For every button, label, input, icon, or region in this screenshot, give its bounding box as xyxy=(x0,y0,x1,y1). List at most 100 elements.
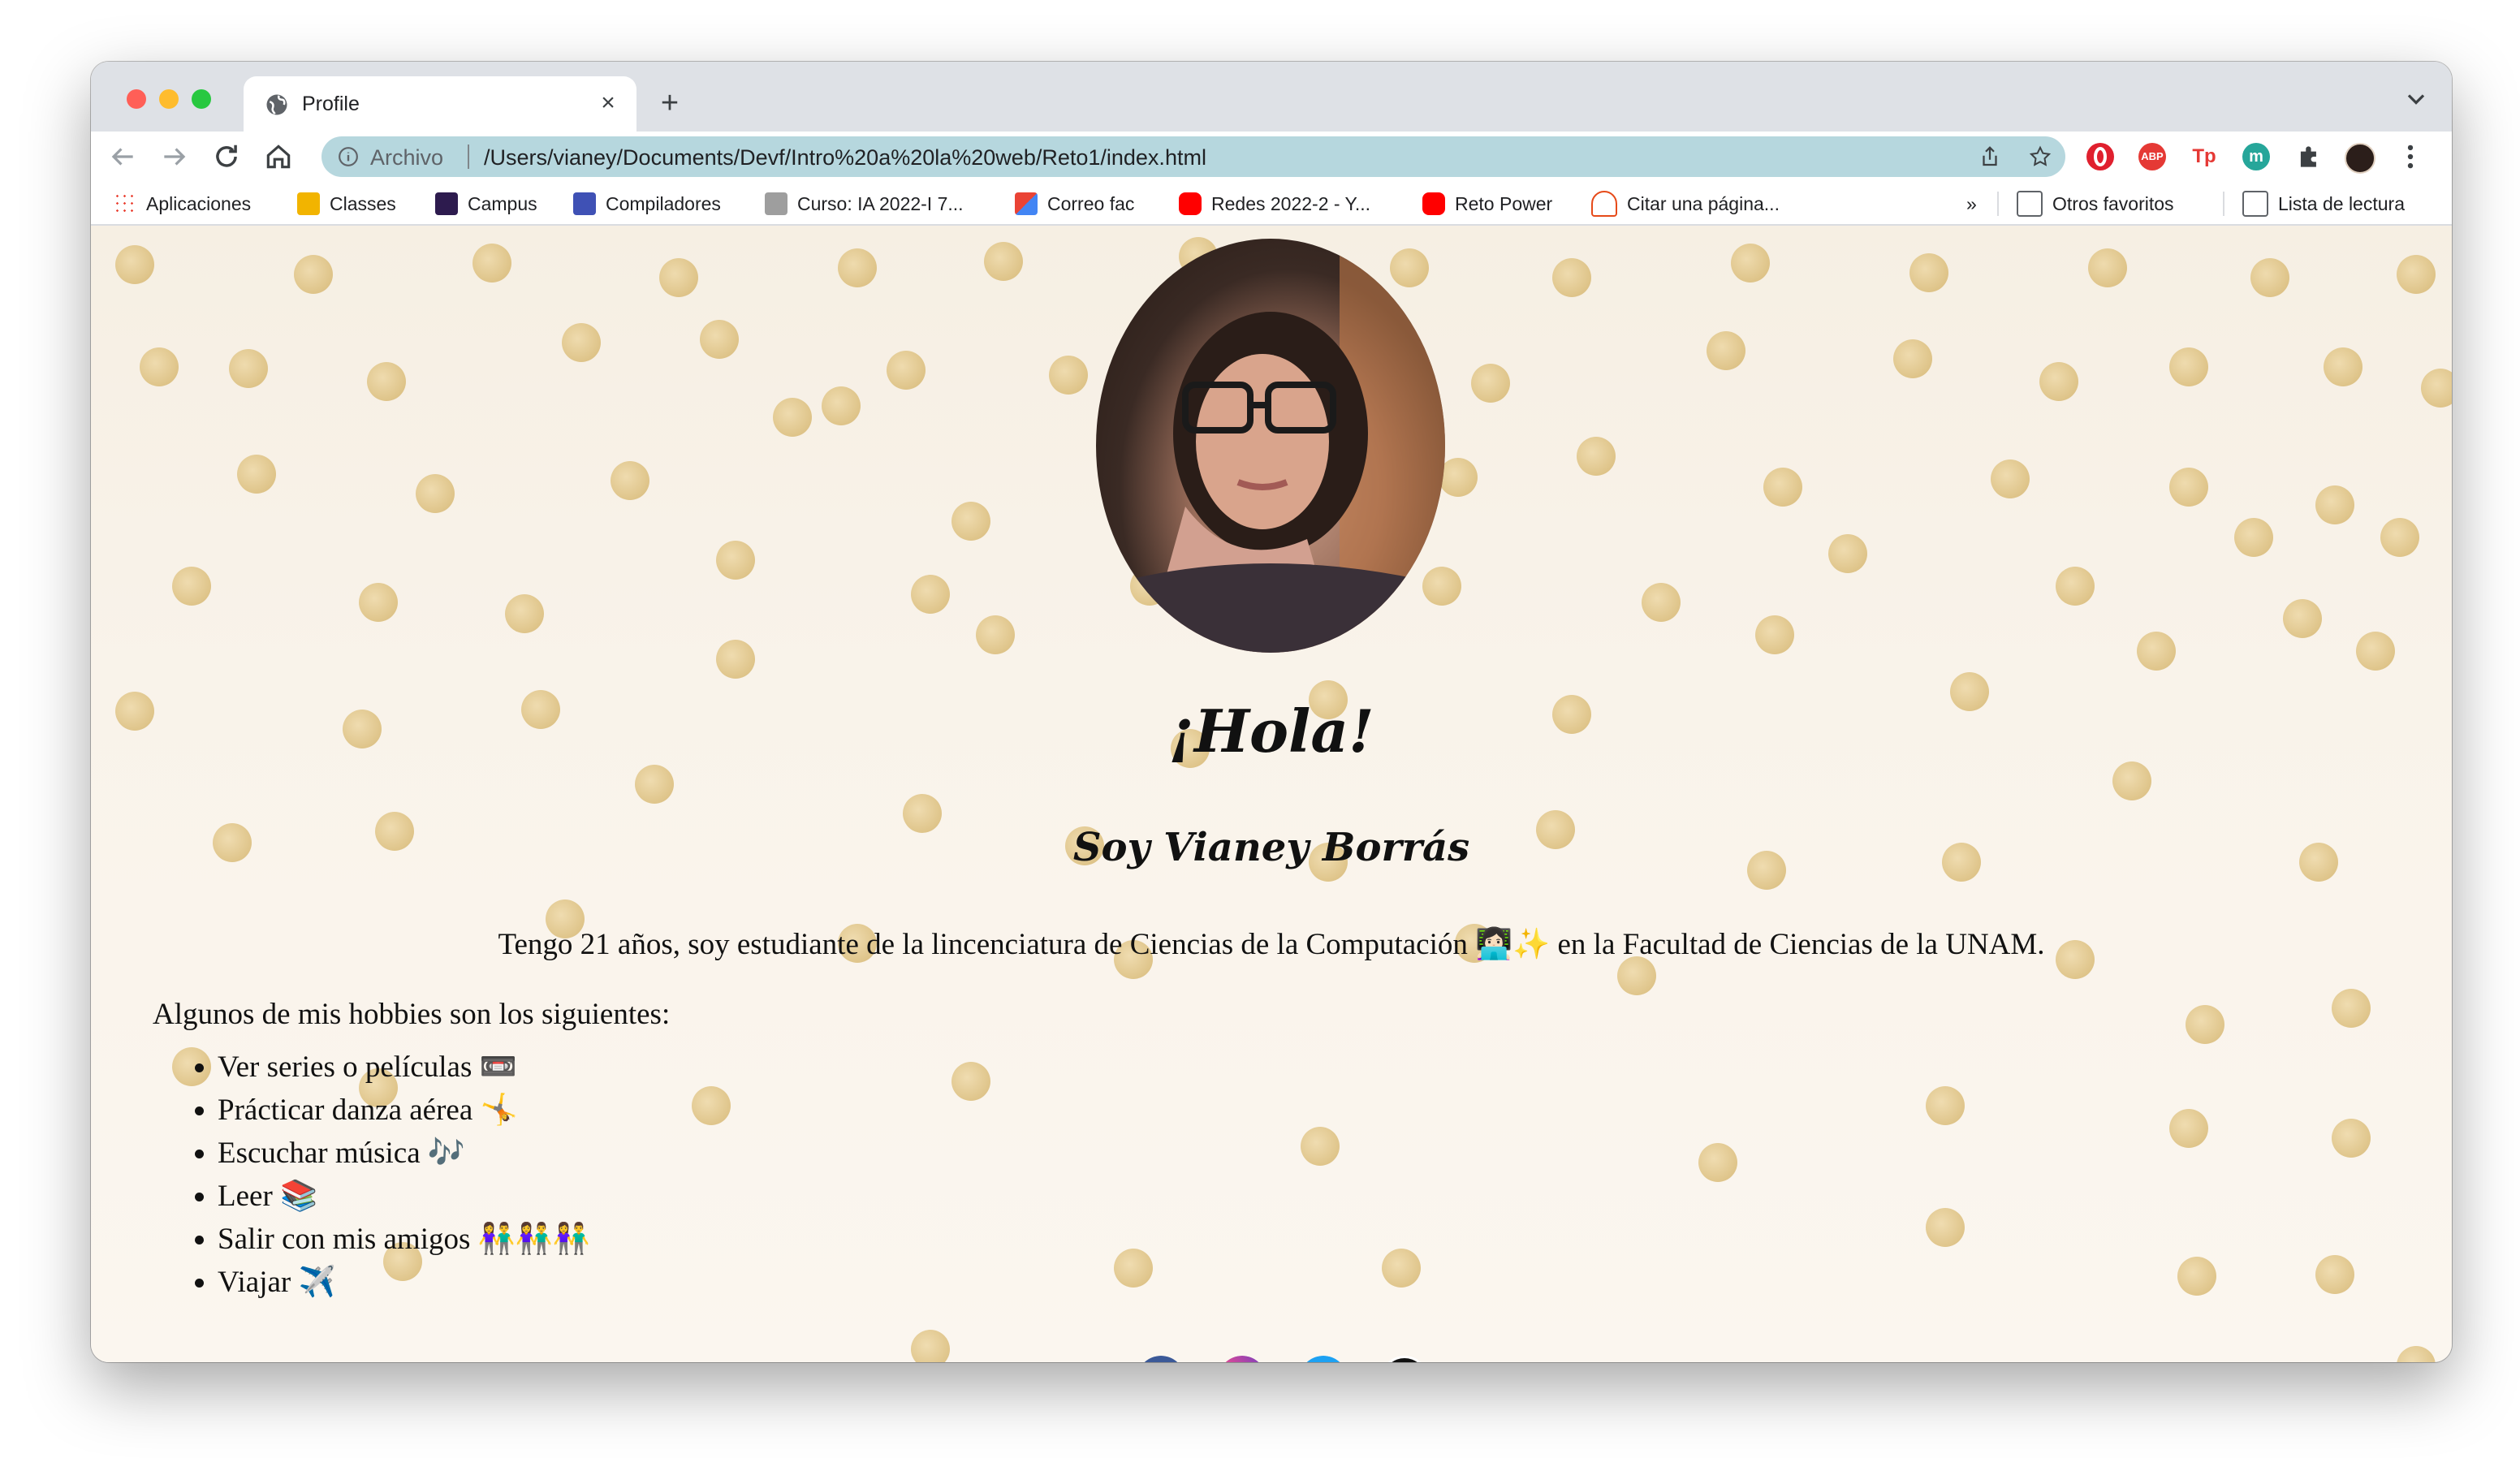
polka-dot xyxy=(229,349,268,388)
chevron-down-icon[interactable] xyxy=(2401,84,2431,114)
instagram-icon[interactable] xyxy=(1218,1356,1266,1362)
profile-avatar[interactable] xyxy=(2345,143,2375,174)
bookmark-citar[interactable]: Citar una página... xyxy=(1591,191,1780,217)
close-window-button[interactable] xyxy=(127,89,146,109)
polka-dot xyxy=(505,594,544,633)
bookmarks-separator xyxy=(1997,192,1999,216)
polka-dot xyxy=(716,640,755,679)
toolbar: Archivo /Users/vianey/Documents/Devf/Int… xyxy=(91,132,2452,182)
polka-dot xyxy=(1439,458,1478,497)
polka-dot xyxy=(115,245,154,284)
portrait-illustration xyxy=(1128,239,1445,653)
close-tab-icon[interactable]: × xyxy=(593,88,624,119)
polka-dot xyxy=(1390,248,1429,287)
polka-dot xyxy=(2169,1109,2208,1148)
new-tab-button[interactable]: + xyxy=(651,84,688,122)
facebook-icon[interactable] xyxy=(1137,1356,1185,1362)
tab-profile[interactable]: Profile × xyxy=(244,76,636,132)
address-separator xyxy=(468,145,469,169)
campus-icon xyxy=(435,192,458,215)
polka-dot xyxy=(1991,459,2030,498)
tp-icon[interactable]: Tp xyxy=(2190,143,2218,170)
unam-shield-icon xyxy=(765,192,788,215)
bookmarks-bar: Aplicaciones Classes Campus Compiladores… xyxy=(91,182,2452,226)
bookmark-compiladores[interactable]: Compiladores xyxy=(573,192,721,216)
polka-dot xyxy=(1755,615,1794,654)
polka-dot xyxy=(1114,1249,1153,1288)
opera-icon[interactable] xyxy=(2086,143,2114,170)
address-bar[interactable]: Archivo /Users/vianey/Documents/Devf/Int… xyxy=(321,136,2065,177)
polka-dot xyxy=(1382,1249,1421,1288)
polka-dot xyxy=(1552,258,1591,297)
polka-dot xyxy=(2056,567,2095,606)
share-icon[interactable] xyxy=(1978,145,2002,169)
classroom-icon xyxy=(297,192,320,215)
polka-dot xyxy=(416,474,455,513)
apps-grid-icon xyxy=(114,192,136,215)
back-icon[interactable] xyxy=(107,141,138,172)
polka-dot xyxy=(773,398,812,437)
maximize-window-button[interactable] xyxy=(192,89,211,109)
list-item: Leer 📚 xyxy=(218,1175,590,1218)
bookmark-redes[interactable]: Redes 2022-2 - Y... xyxy=(1179,192,1370,216)
polka-dot xyxy=(2380,518,2419,557)
bookmarks-separator xyxy=(2223,192,2224,216)
polka-dot xyxy=(635,765,674,804)
info-icon[interactable] xyxy=(338,146,359,167)
reading-list-icon xyxy=(2242,191,2268,217)
polka-dot xyxy=(2397,255,2436,294)
polka-dot xyxy=(2250,258,2289,297)
bookmark-aplicaciones[interactable]: Aplicaciones xyxy=(114,192,251,216)
bookmark-campus[interactable]: Campus xyxy=(435,192,537,216)
list-item: Prácticar danza aérea 🤸 xyxy=(218,1089,590,1132)
reload-icon[interactable] xyxy=(211,141,242,172)
list-item: Ver series o películas 📼 xyxy=(218,1046,590,1089)
forward-icon[interactable] xyxy=(159,141,190,172)
polka-dot xyxy=(1828,534,1867,573)
twitter-icon[interactable] xyxy=(1299,1356,1348,1362)
bookmark-reto-power[interactable]: Reto Power xyxy=(1422,192,1552,216)
bookmark-otros-favoritos[interactable]: Otros favoritos xyxy=(2017,191,2174,217)
polka-dot xyxy=(359,583,398,622)
polka-dot xyxy=(2315,1255,2354,1294)
url-text[interactable]: /Users/vianey/Documents/Devf/Intro%20a%2… xyxy=(484,145,1206,170)
polka-dot xyxy=(2356,632,2395,671)
intro-paragraph: Tengo 21 años, soy estudiante de la linc… xyxy=(498,928,2045,961)
bookmark-curso-ia[interactable]: Curso: IA 2022-I 7... xyxy=(765,192,964,216)
polka-dot xyxy=(140,347,179,386)
home-icon[interactable] xyxy=(263,141,294,172)
greeting-heading: ¡Hola! xyxy=(1168,697,1374,766)
polka-dot xyxy=(1926,1208,1965,1247)
bookmarks-overflow-button[interactable]: » xyxy=(1966,192,1977,216)
name-heading: Soy Vianey Borrás xyxy=(1072,825,1470,870)
polka-dot xyxy=(951,502,990,541)
polka-dot xyxy=(2421,369,2452,408)
polka-dot xyxy=(2088,248,2127,287)
polka-dot xyxy=(172,567,211,606)
polka-dot xyxy=(822,386,861,425)
compiladores-icon xyxy=(573,192,596,215)
adblock-plus-icon[interactable]: ABP xyxy=(2138,143,2166,170)
m-extension-icon[interactable]: m xyxy=(2242,143,2270,170)
bookmark-correo-fac[interactable]: Correo fac xyxy=(1015,192,1134,216)
polka-dot xyxy=(984,242,1023,281)
bookmark-classes[interactable]: Classes xyxy=(297,192,396,216)
minimize-window-button[interactable] xyxy=(159,89,179,109)
polka-dot xyxy=(976,615,1015,654)
security-label: Archivo xyxy=(370,145,444,170)
extensions-puzzle-icon[interactable] xyxy=(2294,141,2325,172)
polka-dot xyxy=(237,455,276,494)
reading-list-button[interactable]: Lista de lectura xyxy=(2242,191,2405,217)
list-item: Salir con mis amigos 👫👫👫 xyxy=(218,1218,590,1261)
github-icon[interactable] xyxy=(1380,1356,1429,1362)
polka-dot xyxy=(1926,1086,1965,1125)
polka-dot xyxy=(2324,347,2362,386)
polka-dot xyxy=(367,362,406,401)
polka-dot xyxy=(2177,1257,2216,1296)
polka-dot xyxy=(1422,567,1461,606)
bookmark-star-icon[interactable] xyxy=(2028,145,2052,169)
kebab-menu-icon[interactable] xyxy=(2395,141,2426,172)
polka-dot xyxy=(2234,518,2273,557)
folder-icon xyxy=(2017,191,2043,217)
hobbies-title: Algunos de mis hobbies son los siguiente… xyxy=(153,998,671,1031)
